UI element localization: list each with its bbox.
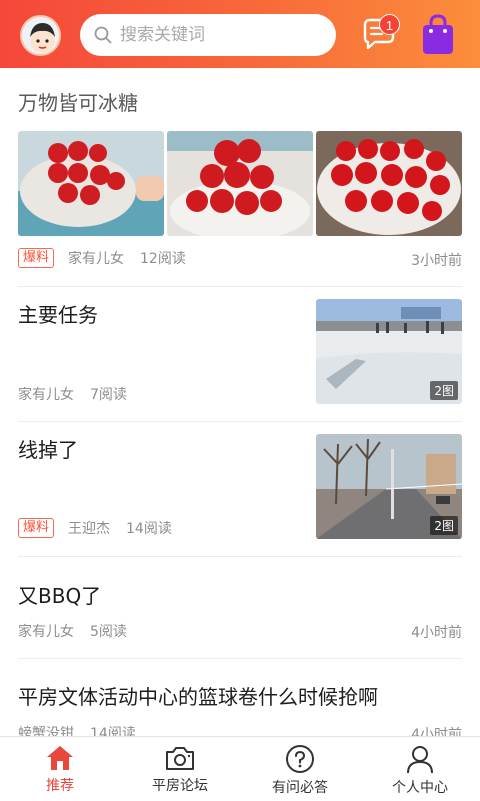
- tab-label: 个人中心: [392, 780, 448, 796]
- feed-item-reads: 7阅读: [90, 387, 127, 403]
- feed-image[interactable]: [18, 131, 164, 236]
- tab-label: 平房论坛: [152, 778, 208, 794]
- tab-qa[interactable]: 有问必答: [240, 737, 360, 801]
- person-icon: [407, 746, 433, 774]
- feed-item-images: [18, 131, 462, 236]
- hot-tag: 爆料: [18, 248, 55, 268]
- feed-item-reads: 14阅读: [90, 726, 136, 736]
- search-icon: [94, 26, 112, 44]
- news-feed: 万物皆可冰糖 爆料 家有儿女 12阅读 3小时前 主要任务 家有儿女 7阅读 2…: [0, 68, 480, 736]
- avatar[interactable]: [20, 15, 61, 56]
- feed-image[interactable]: [167, 131, 313, 236]
- tab-label: 有问必答: [272, 780, 328, 796]
- feed-item[interactable]: 线掉了 爆料 王迎杰 14阅读 2图: [18, 422, 462, 557]
- feed-item-meta: 爆料 王迎杰 14阅读: [18, 518, 188, 538]
- feed-item-title: 又BBQ了: [18, 584, 102, 608]
- feed-item-reads: 5阅读: [90, 624, 127, 640]
- feed-item-time: 4小时前: [411, 727, 462, 736]
- feed-item-meta: 家有儿女 7阅读: [18, 384, 143, 404]
- feed-item-author[interactable]: 王迎杰: [68, 518, 110, 538]
- shopping-bag-icon[interactable]: [420, 12, 456, 56]
- search-bar[interactable]: [80, 14, 336, 56]
- bottom-tab-bar: 推荐 平房论坛 有问必答 个人中心: [0, 736, 480, 800]
- top-header: 1: [0, 0, 480, 68]
- feed-item-meta: 螃蟹没钳 14阅读: [18, 723, 152, 736]
- feed-item-time: 3小时前: [411, 253, 462, 269]
- feed-item-reads: 14阅读: [126, 521, 172, 537]
- feed-item-title: 平房文体活动中心的篮球卷什么时候抢啊: [18, 685, 378, 709]
- feed-image[interactable]: [316, 131, 462, 236]
- feed-item-time: 4小时前: [411, 625, 462, 641]
- home-icon: [47, 746, 73, 770]
- tab-profile[interactable]: 个人中心: [360, 737, 480, 801]
- hot-tag: 爆料: [18, 518, 55, 538]
- feed-item-title: 万物皆可冰糖: [18, 91, 138, 115]
- camera-icon: [166, 747, 194, 770]
- feed-image[interactable]: 2图: [316, 434, 462, 539]
- feed-item[interactable]: 主要任务 家有儿女 7阅读 2图: [18, 287, 462, 422]
- feed-image[interactable]: 2图: [316, 299, 462, 404]
- feed-item-author[interactable]: 螃蟹没钳: [18, 723, 74, 736]
- tab-recommend[interactable]: 推荐: [0, 737, 120, 801]
- tab-forum[interactable]: 平房论坛: [120, 737, 240, 801]
- question-icon: [286, 745, 314, 773]
- feed-item[interactable]: 又BBQ了 家有儿女 5阅读 4小时前: [18, 557, 462, 659]
- feed-item-meta: 家有儿女 5阅读: [18, 621, 143, 641]
- feed-item-title: 线掉了: [18, 438, 78, 462]
- feed-item-author[interactable]: 家有儿女: [18, 621, 74, 641]
- feed-item[interactable]: 万物皆可冰糖 爆料 家有儿女 12阅读 3小时前: [18, 68, 462, 287]
- tab-label: 推荐: [46, 778, 74, 794]
- message-badge: 1: [379, 14, 400, 35]
- feed-item[interactable]: 平房文体活动中心的篮球卷什么时候抢啊 螃蟹没钳 14阅读 4小时前: [18, 659, 462, 736]
- feed-item-author[interactable]: 家有儿女: [68, 248, 124, 268]
- feed-item-meta: 爆料 家有儿女 12阅读: [18, 248, 202, 268]
- feed-item-author[interactable]: 家有儿女: [18, 384, 74, 404]
- avatar-icon: [30, 23, 55, 53]
- feed-item-title: 主要任务: [18, 303, 98, 327]
- search-input[interactable]: [120, 25, 320, 45]
- image-count: 2图: [430, 516, 458, 535]
- feed-item-reads: 12阅读: [140, 251, 186, 267]
- image-count: 2图: [430, 381, 458, 400]
